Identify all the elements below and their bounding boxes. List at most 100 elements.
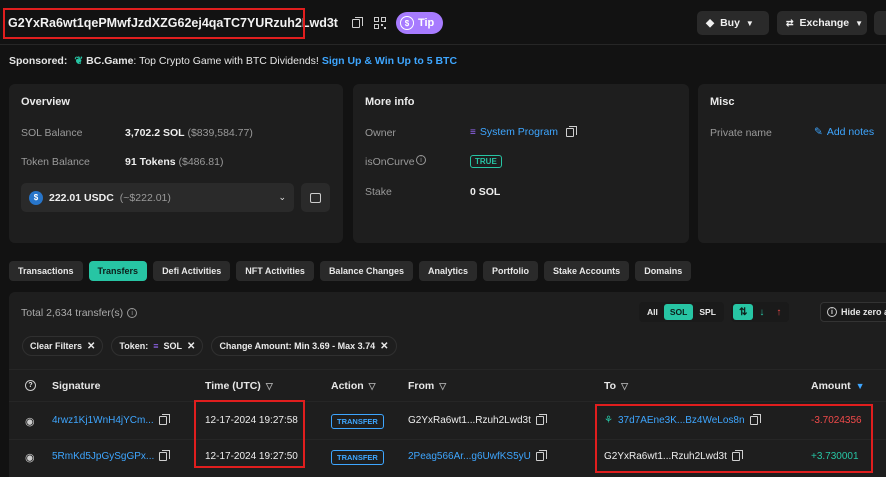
action-badge: TRANSFER [331,414,384,429]
token-balance-label: Token Balance [21,156,90,168]
close-icon[interactable]: ✕ [380,341,388,352]
tab-domains[interactable]: Domains [635,261,692,281]
col-amount[interactable]: Amount ▼ [811,380,865,392]
overview-card: Overview SOL Balance 3,702.2 SOL ($839,5… [9,84,343,243]
from-address[interactable]: 2Peag566Ar...g6UwfKS5yU [408,451,531,462]
exchange-button[interactable]: ⇄ Exchange ▼ [777,11,867,35]
col-time[interactable]: Time (UTC) ▽ [205,380,273,392]
exchange-icon: ⇄ [786,17,794,28]
close-icon[interactable]: ✕ [87,341,95,352]
table-divider [9,401,886,402]
tab-analytics[interactable]: Analytics [418,261,477,281]
sol-balance-usd: ($839,584.77) [187,127,253,139]
wallet-icon [310,192,321,203]
filter-active-icon[interactable]: ▼ [856,381,865,391]
clear-filters-chip[interactable]: Clear Filters ✕ [22,336,104,356]
from-cell: G2YxRa6wt1...Rzuh2Lwd3t [408,414,547,426]
active-filters: Clear Filters ✕ Token: ≡ SOL ✕ Change Am… [22,336,397,356]
tab-defi-activities[interactable]: Defi Activities [153,261,231,281]
amount-filter-chip[interactable]: Change Amount: Min 3.69 - Max 3.74 ✕ [211,336,397,356]
eye-icon[interactable]: ◉ [25,451,35,464]
copy-icon[interactable] [535,414,547,425]
from-cell: 2Peag566Ar...g6UwfKS5yU [408,450,547,462]
signature-link[interactable]: 5RmKd5JpGySgGPx... [52,451,154,462]
col-to[interactable]: To ▽ [604,380,628,392]
tab-transactions[interactable]: Transactions [9,261,83,281]
signature-link[interactable]: 4rwz1Kj1WnH4jYCm... [52,415,154,426]
info-icon: i [827,307,837,317]
chevron-down-icon: ▼ [855,18,864,28]
copy-icon[interactable] [159,450,171,461]
tab-balance-changes[interactable]: Balance Changes [319,261,413,281]
type-filter-group: All SOL SPL [639,302,724,322]
solana-logo-icon: ≡ [470,126,476,138]
filter-spl[interactable]: SPL [693,304,722,320]
sponsored-label: Sponsored: [9,55,68,67]
tab-bar: Transactions Transfers Defi Activities N… [9,261,697,281]
from-address[interactable]: G2YxRa6wt1...Rzuh2Lwd3t [408,415,531,426]
arrow-up-icon[interactable]: ↑ [770,304,787,320]
annotation-box-to-amount [595,404,873,473]
tab-portfolio[interactable]: Portfolio [483,261,538,281]
close-icon[interactable]: ✕ [187,341,195,352]
filter-all[interactable]: All [641,304,664,320]
token-balance-value-group: 91 Tokens ($486.81) [125,156,223,168]
col-from[interactable]: From ▽ [408,380,446,392]
chevron-down-icon: ▼ [745,18,754,28]
filter-icon[interactable]: ▽ [266,381,273,392]
hide-zero-toggle[interactable]: i Hide zero a [820,302,886,322]
copy-icon[interactable] [348,15,364,31]
tip-button[interactable]: $ Tip [395,12,444,34]
direction-filter-group: ⇅ ↓ ↑ [731,302,790,322]
add-notes-link[interactable]: ✎ Add notes [814,126,874,138]
is-on-curve-badge: TRUE [470,155,502,168]
tab-nft-activities[interactable]: NFT Activities [236,261,314,281]
owner-link[interactable]: System Program [480,126,558,138]
eye-icon[interactable]: ◉ [25,415,35,428]
info-icon: i [127,308,138,318]
tab-transfers[interactable]: Transfers [88,261,148,281]
sponsor-cta-link[interactable]: Sign Up & Win Up to 5 BTC [322,55,457,67]
signature-cell: 4rwz1Kj1WnH4jYCm... [52,414,170,426]
pencil-icon: ✎ [814,126,823,138]
info-icon: i [416,155,426,165]
annotation-box-time [194,400,305,468]
arrow-down-icon[interactable]: ↓ [753,304,770,320]
qr-code-icon[interactable] [372,15,388,31]
token-filter-chip[interactable]: Token: ≡ SOL ✕ [111,336,204,356]
usdc-icon: $ [29,190,43,205]
annotation-box-address [3,8,305,39]
token-select-usd: (~$222.01) [119,191,171,204]
tab-stake-accounts[interactable]: Stake Accounts [544,261,630,281]
filter-icon[interactable]: ▽ [621,381,628,392]
header-divider [0,44,886,45]
sponsored-banner: Sponsored: ❦ BC.Game : Top Crypto Game w… [9,55,457,67]
more-info-title: More info [365,96,415,108]
filter-icon[interactable]: ▽ [439,381,446,392]
more-button[interactable] [874,11,886,35]
filter-icon[interactable]: ▽ [369,381,376,392]
col-signature: Signature [52,380,101,392]
buy-button[interactable]: ◆ Buy ▼ [697,11,769,35]
copy-icon[interactable] [566,125,578,137]
action-cell: TRANSFER [331,450,384,465]
signature-cell: 5RmKd5JpGySgGPx... [52,450,171,462]
copy-icon[interactable] [535,450,547,461]
portfolio-button[interactable] [301,183,330,212]
col-action[interactable]: Action ▽ [331,380,376,392]
solana-logo-icon: ≡ [153,341,159,351]
sol-balance-value-group: 3,702.2 SOL ($839,584.77) [125,127,253,139]
both-directions-icon[interactable]: ⇅ [733,304,754,320]
owner-value-group: ≡ System Program [470,125,578,138]
dollar-coin-icon: $ [399,16,414,30]
filter-sol[interactable]: SOL [663,304,694,320]
sponsor-text: : Top Crypto Game with BTC Dividends! [133,55,319,67]
bcgame-logo-icon: ❦ [74,55,84,67]
sol-balance-label: SOL Balance [21,127,83,139]
copy-icon[interactable] [158,414,170,425]
stake-label: Stake [365,186,392,198]
stake-value: 0 SOL [470,186,501,198]
misc-card: Misc Private name ✎ Add notes [698,84,886,243]
token-balance-value: 91 Tokens [125,156,176,168]
token-select[interactable]: $ 222.01 USDC (~$222.01) ⌄ [21,183,294,212]
